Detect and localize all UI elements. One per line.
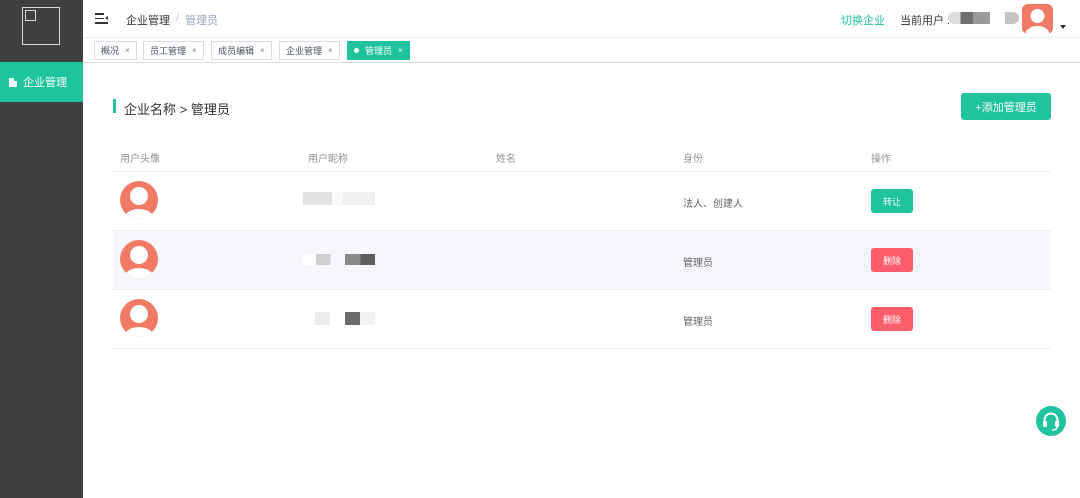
user-avatar [120,181,158,219]
tab-label: 员工管理 [150,46,187,56]
breadcrumb-separator: / [176,12,180,24]
document-icon [9,77,17,87]
nickname-redacted [315,312,375,325]
role-text: 管理员 [683,317,713,328]
transfer-button[interactable]: 转让 [871,189,913,213]
user-avatar [120,299,158,337]
title-accent-bar [113,99,116,113]
tab-label: 企业管理 [286,46,323,56]
delete-button[interactable]: 删除 [871,307,913,331]
tab-overview[interactable]: 概况 × [94,41,137,60]
tab-company-management[interactable]: 企业管理 × [279,41,340,60]
add-admin-button[interactable]: +添加管理员 [961,93,1051,120]
tab-member-edit[interactable]: 成员编辑 × [211,41,272,60]
role-text: 法人、创建人 [683,199,743,210]
tags-bar: 概况 × 员工管理 × 成员编辑 × 企业管理 × 管理员 × [83,38,1080,63]
sidebar-item-company-management[interactable]: 企业管理 [0,62,83,102]
sidebar: 企业管理 [0,0,83,498]
table-header: 用户头像 用户昵称 姓名 身份 操作 [113,142,1051,172]
tab-label: 管理员 [365,46,393,56]
close-icon[interactable]: × [260,46,265,55]
tab-employee-management[interactable]: 员工管理 × [143,41,204,60]
tab-label: 成员编辑 [218,46,255,56]
nickname-redacted [303,254,375,265]
column-header-actions: 操作 [871,154,891,165]
delete-button[interactable]: 删除 [871,248,913,272]
tab-administrators[interactable]: 管理员 × [347,41,410,60]
chevron-down-icon[interactable] [1060,25,1066,29]
menu-fold-icon[interactable] [95,13,108,24]
breadcrumb: 企业管理 / 管理员 [126,12,218,28]
page-title: 企业名称 > 管理员 [124,102,230,117]
table-row: 管理员 删除 [113,290,1051,349]
breadcrumb-item-current: 管理员 [185,15,219,27]
close-icon[interactable]: × [328,46,333,55]
sidebar-item-label: 企业管理 [23,77,67,89]
main-area: 企业管理 / 管理员 切换企业 当前用户 : 概况 × 员工管理 × 成员编辑 … [83,0,1080,498]
breadcrumb-item-company[interactable]: 企业管理 [126,12,170,28]
user-avatar [120,240,158,278]
logo-inner-square [25,10,36,21]
username-redacted [948,12,990,24]
column-header-avatar: 用户头像 [120,154,160,165]
table-row: 法人、创建人 转让 [113,172,1051,231]
user-badge-redacted [1005,12,1019,24]
role-text: 管理员 [683,258,713,269]
tab-label: 概况 [101,46,120,56]
close-icon[interactable]: × [125,46,130,55]
table-row: 管理员 删除 [113,231,1051,290]
customer-service-icon[interactable] [1036,406,1066,436]
admin-table: 用户头像 用户昵称 姓名 身份 操作 法人、创建人 转让 管理员 删除 管理员 … [113,142,1051,349]
top-bar: 企业管理 / 管理员 切换企业 当前用户 : [83,0,1080,38]
user-avatar[interactable] [1022,4,1053,34]
close-icon[interactable]: × [398,46,403,55]
active-dot-icon [354,48,359,53]
nickname-redacted [303,192,375,205]
current-user-label: 当前用户 : [900,15,951,27]
switch-company-link[interactable]: 切换企业 [841,12,885,28]
column-header-name: 姓名 [496,154,516,165]
column-header-role: 身份 [683,154,703,165]
logo-placeholder [22,7,60,45]
column-header-nickname: 用户昵称 [308,154,348,165]
close-icon[interactable]: × [192,46,197,55]
